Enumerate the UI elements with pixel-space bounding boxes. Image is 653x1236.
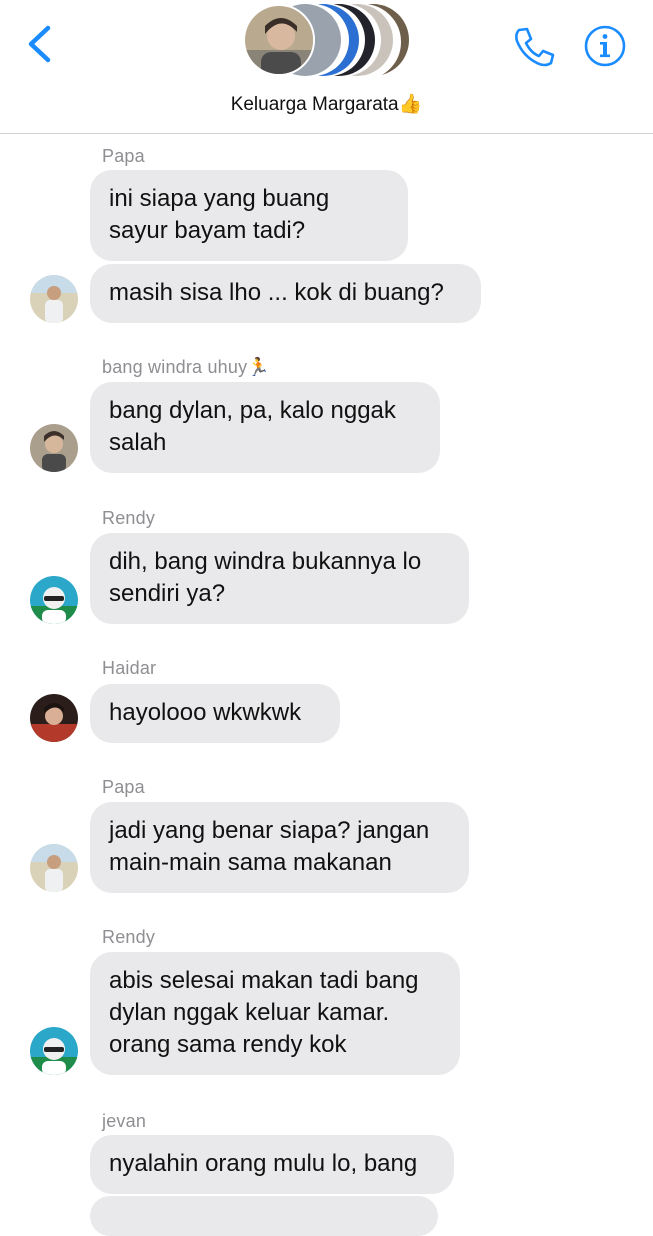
message-bubble-partial[interactable] [90, 1196, 438, 1236]
sender-name: jevan [102, 1111, 147, 1131]
message-bubble[interactable]: abis selesai makan tadi bang dylan nggak… [90, 952, 460, 1075]
message-bubble[interactable]: hayolooo wkwkwk [90, 684, 340, 743]
thumbs-up-emoji: 👍 [398, 94, 423, 115]
chevron-left-icon [28, 25, 51, 63]
avatar[interactable] [30, 424, 78, 472]
sender-name: Rendy [102, 508, 156, 528]
message-bubble[interactable]: ini siapa yang buang sayur bayam tadi? [90, 170, 408, 261]
message-bubble[interactable]: nyalahin orang mulu lo, bang [90, 1135, 454, 1194]
message-bubble[interactable]: dih, bang windra bukannya lo sendiri ya? [90, 533, 469, 624]
group-name: Keluarga Margarata [230, 94, 399, 115]
sender-name: Rendy [102, 927, 156, 947]
sender-name: Papa [102, 146, 145, 166]
info-icon [584, 25, 626, 67]
avatar[interactable] [30, 275, 78, 323]
sender-name: bang windra uhuy🏃 [102, 357, 270, 377]
group-title[interactable]: Keluarga Margarata👍 [0, 92, 653, 116]
message-bubble[interactable]: masih sisa lho ... kok di buang? [90, 264, 481, 323]
avatar[interactable] [30, 844, 78, 892]
call-button[interactable] [511, 24, 555, 68]
sender-name: Papa [102, 777, 145, 797]
back-button[interactable] [22, 22, 56, 66]
avatar[interactable] [30, 694, 78, 742]
avatar [243, 4, 315, 76]
info-button[interactable] [583, 24, 627, 68]
conversation-header: Keluarga Margarata👍 [0, 0, 653, 134]
sender-name: Haidar [102, 658, 157, 678]
message-bubble[interactable]: bang dylan, pa, kalo nggak salah [90, 382, 440, 473]
group-avatar-stack[interactable] [243, 4, 409, 80]
avatar[interactable] [30, 1027, 78, 1075]
phone-icon [515, 27, 555, 67]
message-bubble[interactable]: jadi yang benar siapa? jangan main-main … [90, 802, 469, 893]
avatar[interactable] [30, 576, 78, 624]
